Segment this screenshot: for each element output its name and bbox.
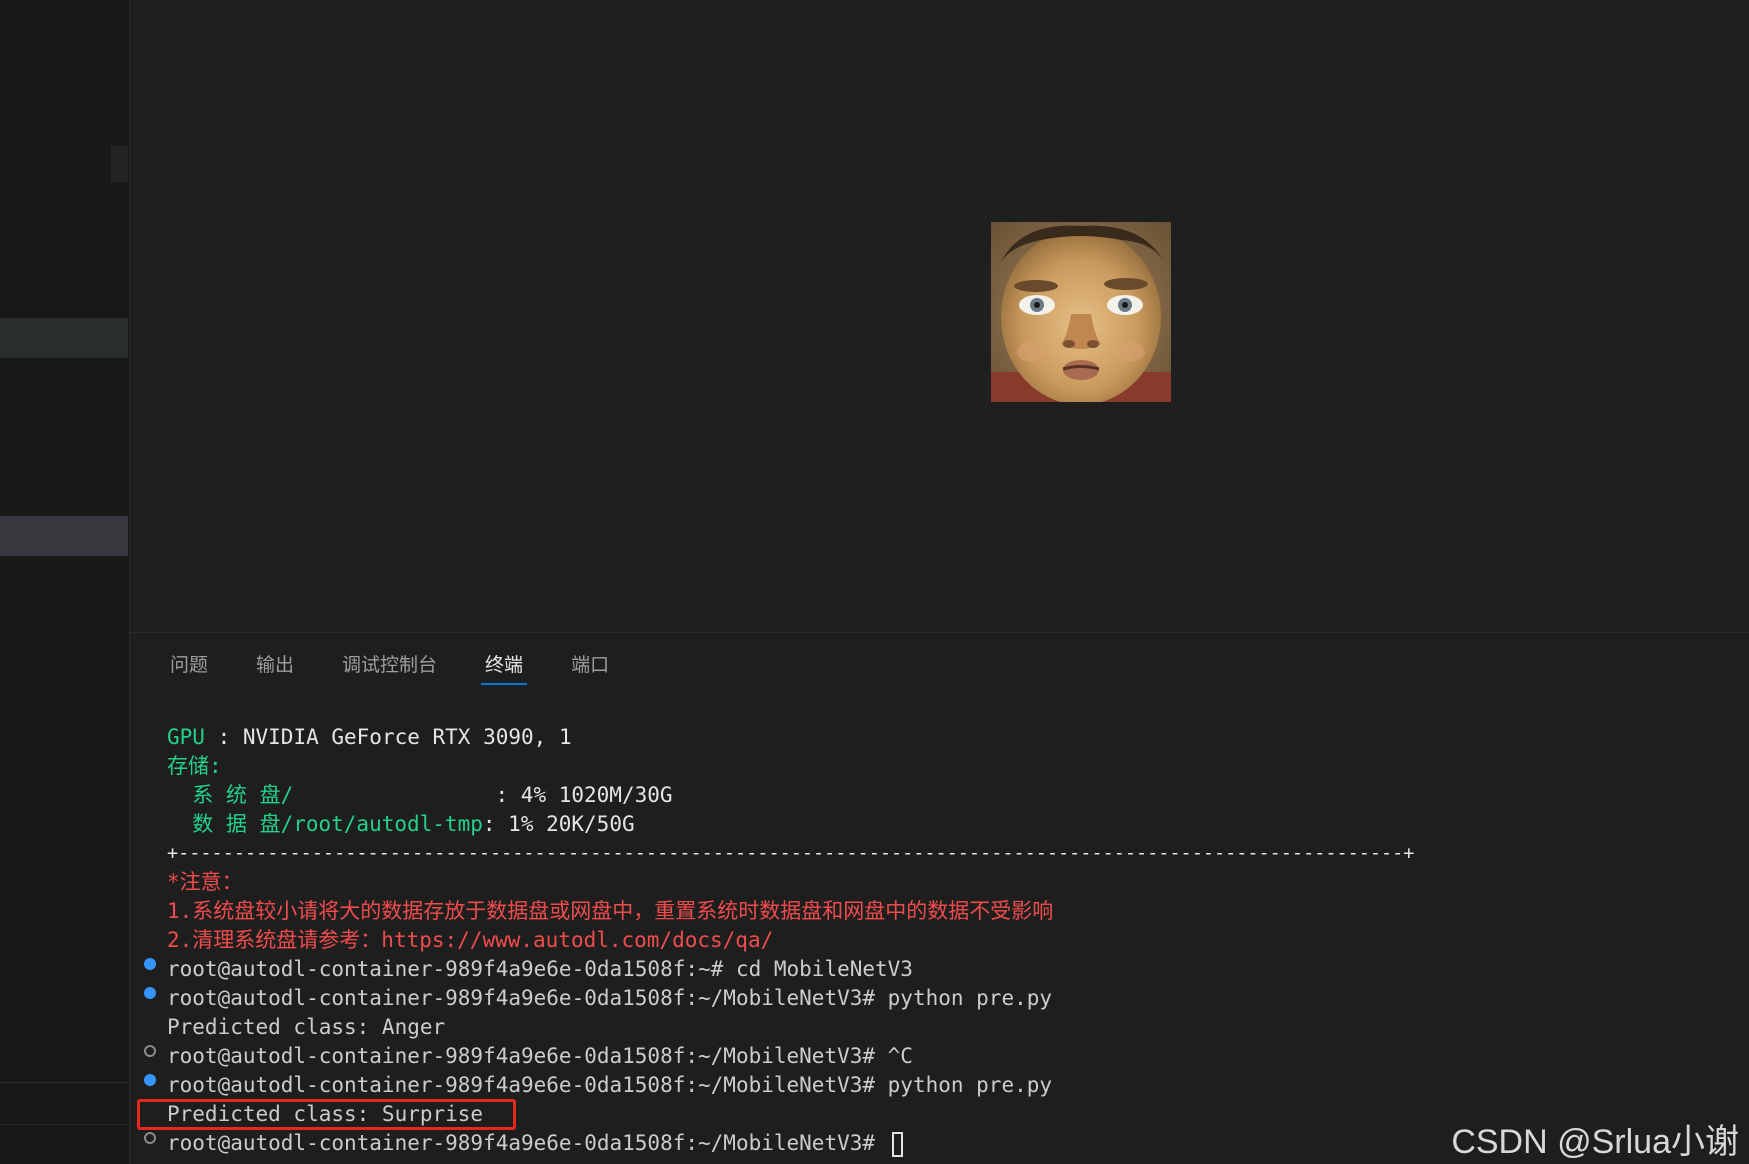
terminal-output[interactable]: GPU : NVIDIA GeForce RTX 3090, 1 存储: 系 统… (130, 723, 1749, 1163)
note-title: *注意： (167, 870, 243, 894)
data-disk-label: 数 据 盘/root/autodl-tmp (167, 812, 483, 836)
panel-tabs: 问题 输出 调试控制台 终端 端口 (166, 647, 653, 687)
bottom-panel: 问题 输出 调试控制台 终端 端口 GPU : NVIDIA GeForce R… (130, 633, 1749, 1164)
sidebar-item-selected[interactable] (0, 516, 128, 556)
output-line-2: Predicted class: Surprise (167, 1102, 484, 1126)
command-success-dot[interactable] (144, 1074, 156, 1086)
tab-terminal[interactable]: 终端 (481, 647, 528, 685)
face-image (991, 222, 1171, 402)
note-2: 2.清理系统盘请参考：https://www.autodl.com/docs/q… (167, 926, 773, 955)
sidebar-scrollbar[interactable] (111, 146, 128, 182)
system-disk-line: 系 统 盘/ : 4% 1020M/30G (167, 781, 673, 810)
data-disk-separator: : (482, 812, 509, 836)
command-line-3: root@autodl-container-989f4a9e6e-0da1508… (167, 1044, 913, 1068)
sidebar-divider (0, 1124, 128, 1125)
command-empty-dot[interactable] (144, 1045, 156, 1057)
tab-problems[interactable]: 问题 (166, 647, 212, 683)
command-line-2: root@autodl-container-989f4a9e6e-0da1508… (167, 986, 1053, 1010)
command-success-dot[interactable] (144, 958, 156, 970)
command-line-4: root@autodl-container-989f4a9e6e-0da1508… (167, 1073, 1053, 1097)
gpu-value: NVIDIA GeForce RTX 3090, 1 (242, 725, 572, 749)
face-image-graphic (991, 222, 1171, 402)
watermark: CSDN @Srlua小谢 (1451, 1123, 1739, 1161)
separator-line: +---------------------------------------… (167, 843, 1415, 864)
data-disk-line: 数 据 盘/root/autodl-tmp: 1% 20K/50G (167, 810, 635, 839)
system-disk-value: 4% 1020M/30G (520, 783, 673, 807)
vscode-window: 问题 输出 调试控制台 终端 端口 GPU : NVIDIA GeForce R… (0, 0, 1749, 1164)
note-2-link[interactable]: https://www.autodl.com/docs/qa/ (381, 928, 773, 952)
gpu-label: GPU (167, 725, 205, 749)
explorer-sidebar (0, 0, 130, 1164)
command-success-dot[interactable] (144, 987, 156, 999)
prompt-line[interactable]: root@autodl-container-989f4a9e6e-0da1508… (167, 1129, 903, 1158)
command-empty-dot[interactable] (144, 1132, 156, 1144)
note-1: 1.系统盘较小请将大的数据存放于数据盘或网盘中，重置系统时数据盘和网盘中的数据不… (167, 899, 1054, 923)
note-2-prefix: 2.清理系统盘请参考： (167, 928, 382, 952)
command-line-1: root@autodl-container-989f4a9e6e-0da1508… (167, 957, 913, 981)
system-disk-separator: : (293, 783, 521, 807)
storage-label: 存储: (167, 754, 222, 778)
output-line-1: Predicted class: Anger (167, 1015, 446, 1039)
sidebar-divider (0, 1082, 128, 1083)
system-disk-label: 系 统 盘/ (167, 783, 294, 807)
tab-debug-console[interactable]: 调试控制台 (338, 647, 441, 683)
tab-ports[interactable]: 端口 (567, 647, 613, 683)
gpu-info-line: GPU : NVIDIA GeForce RTX 3090, 1 (167, 723, 572, 752)
sidebar-item-hovered[interactable] (0, 318, 128, 358)
prompt-text: root@autodl-container-989f4a9e6e-0da1508… (167, 1131, 888, 1155)
tab-output[interactable]: 输出 (252, 647, 298, 683)
data-disk-value: 1% 20K/50G (508, 812, 635, 836)
terminal-cursor (891, 1131, 903, 1157)
gpu-separator: : (204, 725, 243, 749)
image-preview-editor (130, 0, 1749, 633)
